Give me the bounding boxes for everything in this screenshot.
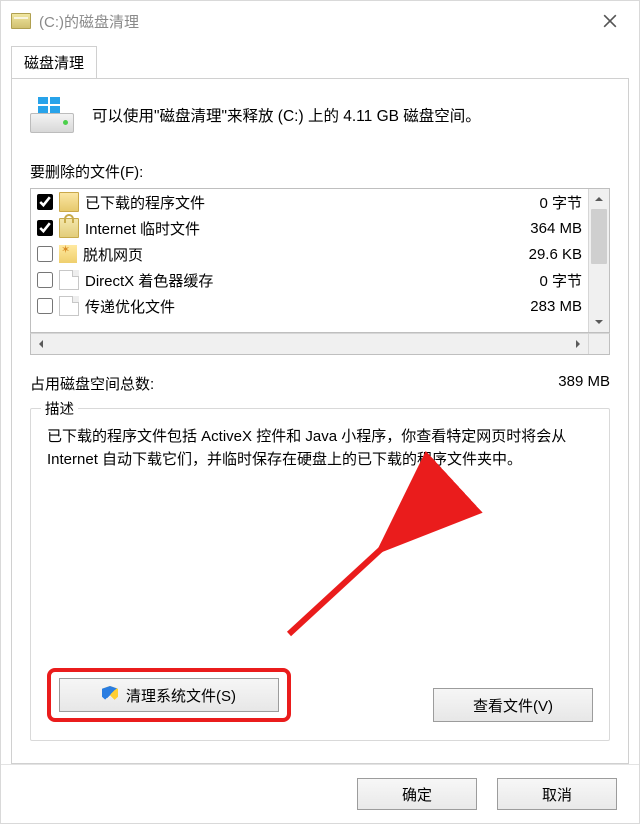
disk-cleanup-title-icon <box>11 13 31 29</box>
scroll-corner <box>588 334 609 354</box>
folder-icon <box>59 192 79 212</box>
horizontal-scrollbar[interactable] <box>30 333 610 355</box>
intro-text: 可以使用"磁盘清理"来释放 (C:) 上的 4.11 GB 磁盘空间。 <box>92 104 481 126</box>
list-item-size: 364 MB <box>530 220 582 237</box>
list-item-size: 0 字节 <box>539 270 582 291</box>
scroll-thumb[interactable] <box>591 209 607 264</box>
tabpanel: 可以使用"磁盘清理"来释放 (C:) 上的 4.11 GB 磁盘空间。 要删除的… <box>11 78 629 764</box>
client-area: 磁盘清理 可以使用"磁盘清理"来释放 (C:) 上的 4.11 GB 磁盘空间。… <box>1 41 639 764</box>
window-title: (C:)的磁盘清理 <box>39 11 587 32</box>
vertical-scrollbar[interactable] <box>588 189 609 332</box>
list-item-name: DirectX 着色器缓存 <box>85 270 531 291</box>
close-icon <box>603 14 617 28</box>
cancel-button[interactable]: 取消 <box>497 778 617 810</box>
tabstrip: 磁盘清理 <box>11 45 629 78</box>
file-icon <box>59 270 79 290</box>
close-button[interactable] <box>587 5 633 37</box>
files-to-delete-label: 要删除的文件(F): <box>30 161 610 182</box>
titlebar: (C:)的磁盘清理 <box>1 1 639 41</box>
total-label: 占用磁盘空间总数: <box>30 373 154 394</box>
list-item-name: Internet 临时文件 <box>85 218 522 239</box>
hscroll-track[interactable] <box>51 334 568 354</box>
list-item[interactable]: 脱机网页 29.6 KB <box>31 241 588 267</box>
list-item-name: 已下载的程序文件 <box>85 192 531 213</box>
disk-cleanup-icon <box>30 97 74 133</box>
web-icon <box>59 245 77 263</box>
uac-shield-icon <box>102 686 118 704</box>
list-item-checkbox[interactable] <box>37 220 53 236</box>
annotation-highlight: 清理系统文件(S) <box>47 668 291 722</box>
list-item-checkbox[interactable] <box>37 194 53 210</box>
clean-system-files-button[interactable]: 清理系统文件(S) <box>59 678 279 712</box>
list-item[interactable]: Internet 临时文件 364 MB <box>31 215 588 241</box>
total-row: 占用磁盘空间总数: 389 MB <box>30 373 610 394</box>
scroll-left-arrow-icon[interactable] <box>31 334 51 354</box>
dialog-footer: 确定 取消 <box>1 764 639 823</box>
scroll-right-arrow-icon[interactable] <box>568 334 588 354</box>
description-legend: 描述 <box>41 398 78 419</box>
files-list: 已下载的程序文件 0 字节 Internet 临时文件 364 MB 脱机网页 29.6 … <box>30 188 610 333</box>
list-item-size: 0 字节 <box>539 192 582 213</box>
view-files-label: 查看文件(V) <box>473 695 553 716</box>
scroll-up-arrow-icon[interactable] <box>589 189 609 209</box>
list-item-size: 29.6 KB <box>529 246 582 263</box>
list-item-name: 脱机网页 <box>83 244 521 265</box>
list-item-name: 传递优化文件 <box>85 296 522 317</box>
list-item[interactable]: 已下载的程序文件 0 字节 <box>31 189 588 215</box>
scroll-down-arrow-icon[interactable] <box>589 312 609 332</box>
list-item-size: 283 MB <box>530 298 582 315</box>
description-text: 已下载的程序文件包括 ActiveX 控件和 Java 小程序，你查看特定网页时… <box>47 425 593 472</box>
ok-button[interactable]: 确定 <box>357 778 477 810</box>
lock-icon <box>59 218 79 238</box>
disk-cleanup-window: (C:)的磁盘清理 磁盘清理 可以使用"磁盘清理"来释放 (C:) 上的 4.1… <box>0 0 640 824</box>
tab-disk-cleanup[interactable]: 磁盘清理 <box>11 46 97 79</box>
list-item-checkbox[interactable] <box>37 298 53 314</box>
description-buttons: 清理系统文件(S) 查看文件(V) <box>47 668 593 722</box>
list-item-checkbox[interactable] <box>37 272 53 288</box>
clean-system-files-label: 清理系统文件(S) <box>126 685 236 706</box>
list-item-checkbox[interactable] <box>37 246 53 262</box>
scroll-track[interactable] <box>589 209 609 312</box>
files-list-viewport[interactable]: 已下载的程序文件 0 字节 Internet 临时文件 364 MB 脱机网页 29.6 … <box>31 189 588 332</box>
view-files-button[interactable]: 查看文件(V) <box>433 688 593 722</box>
file-icon <box>59 296 79 316</box>
total-value: 389 MB <box>558 373 610 394</box>
list-item[interactable]: DirectX 着色器缓存 0 字节 <box>31 267 588 293</box>
intro-row: 可以使用"磁盘清理"来释放 (C:) 上的 4.11 GB 磁盘空间。 <box>30 97 610 133</box>
description-group: 描述 已下载的程序文件包括 ActiveX 控件和 Java 小程序，你查看特定… <box>30 408 610 741</box>
list-item[interactable]: 传递优化文件 283 MB <box>31 293 588 319</box>
